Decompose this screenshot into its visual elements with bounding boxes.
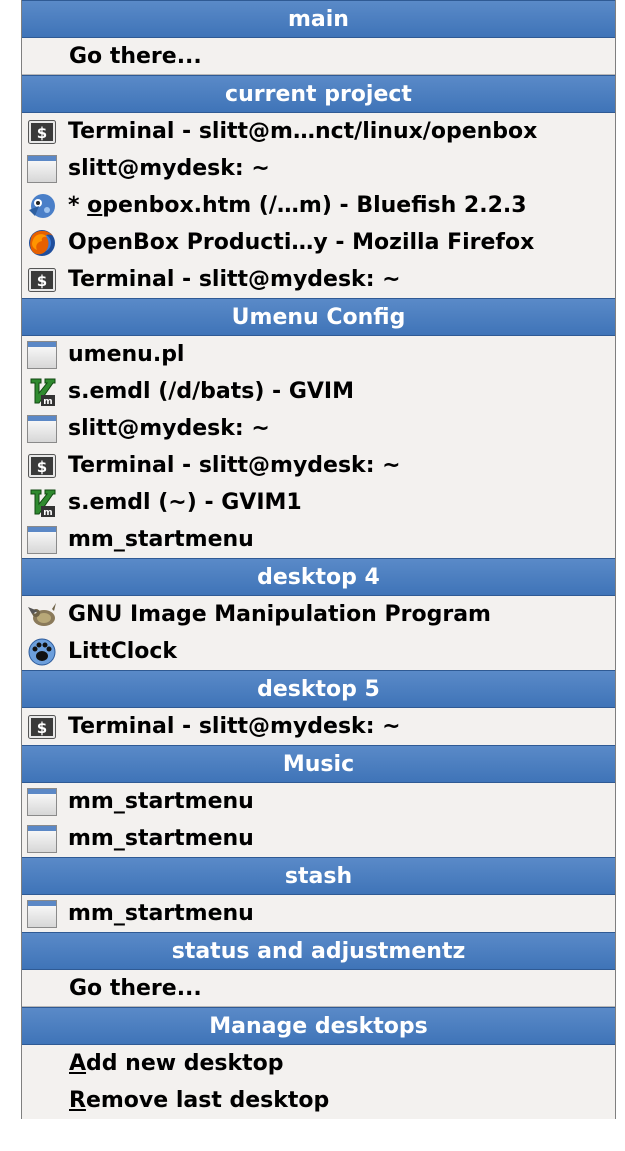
gimp-icon <box>26 599 58 631</box>
section-header-stash: stash <box>22 857 615 895</box>
section-header-music: Music <box>22 745 615 783</box>
menu-item-label: slitt@mydesk: ~ <box>68 156 270 181</box>
menu-item-label: Terminal - slitt@mydesk: ~ <box>68 267 401 292</box>
menu-item-go-there[interactable]: Go there... <box>22 38 615 75</box>
menu-item-mm-startmenu[interactable]: mm_startmenu <box>22 783 615 820</box>
menu-item-terminal-slitt-m-nct-linux-openbox[interactable]: $ Terminal - slitt@m…nct/linux/openbox <box>22 113 615 150</box>
window-icon <box>26 524 58 556</box>
section-header-desktop-4: desktop 4 <box>22 558 615 596</box>
gvim-icon: m <box>26 487 58 519</box>
menu-item-remove-last-desktop[interactable]: Remove last desktop <box>22 1082 615 1119</box>
menu-item-label: s.emdl (~) - GVIM1 <box>68 490 302 515</box>
section-header-manage-desktops: Manage desktops <box>22 1007 615 1045</box>
window-icon <box>26 898 58 930</box>
window-icon <box>26 823 58 855</box>
menu-item-terminal-slitt-mydesk[interactable]: $ Terminal - slitt@mydesk: ~ <box>22 261 615 298</box>
window-icon <box>26 339 58 371</box>
menu-item-terminal-slitt-mydesk[interactable]: $ Terminal - slitt@mydesk: ~ <box>22 447 615 484</box>
firefox-icon <box>26 227 58 259</box>
menu-item-mm-startmenu[interactable]: mm_startmenu <box>22 521 615 558</box>
menu-item-label: s.emdl (/d/bats) - GVIM <box>68 379 354 404</box>
menu-item-label: Terminal - slitt@mydesk: ~ <box>68 714 401 739</box>
menu-item-go-there[interactable]: Go there... <box>22 970 615 1007</box>
menu-item-slitt-mydesk[interactable]: slitt@mydesk: ~ <box>22 150 615 187</box>
menu-item-slitt-mydesk[interactable]: slitt@mydesk: ~ <box>22 410 615 447</box>
menu-item-s-emdl-gvim1[interactable]: m s.emdl (~) - GVIM1 <box>22 484 615 521</box>
svg-text:m: m <box>43 508 52 518</box>
bluefish-icon <box>26 190 58 222</box>
client-list-menu: main Go there... current project $ Terminal … <box>21 0 616 1119</box>
menu-item-label: Remove last desktop <box>69 1088 330 1113</box>
section-header-current-project: current project <box>22 75 615 113</box>
menu-item-label: mm_startmenu <box>68 901 254 926</box>
menu-item-label: slitt@mydesk: ~ <box>68 416 270 441</box>
svg-text:$: $ <box>37 719 47 737</box>
menu-item-openbox-producti-y-mozilla-firefox[interactable]: OpenBox Producti…y - Mozilla Firefox <box>22 224 615 261</box>
menu-item-label: GNU Image Manipulation Program <box>68 602 491 627</box>
menu-item-s-emdl-d-bats-gvim[interactable]: m s.emdl (/d/bats) - GVIM <box>22 373 615 410</box>
section-header-main: main <box>22 0 615 38</box>
menu-item-label: mm_startmenu <box>68 789 254 814</box>
menu-item-openbox-htm-m-bluefish-2-2-3[interactable]: * openbox.htm (/…m) - Bluefish 2.2.3 <box>22 187 615 224</box>
menu-item-littclock[interactable]: LittClock <box>22 633 615 670</box>
menu-item-label: LittClock <box>68 639 178 664</box>
terminal-icon: $ <box>26 450 58 482</box>
menu-item-label: Terminal - slitt@m…nct/linux/openbox <box>68 119 538 144</box>
window-icon <box>26 413 58 445</box>
menu-item-mm-startmenu[interactable]: mm_startmenu <box>22 820 615 857</box>
section-header-desktop-5: desktop 5 <box>22 670 615 708</box>
menu-item-label: Go there... <box>69 975 202 1001</box>
terminal-icon: $ <box>26 711 58 743</box>
svg-text:m: m <box>43 397 52 407</box>
svg-text:$: $ <box>37 124 47 142</box>
menu-item-label: OpenBox Producti…y - Mozilla Firefox <box>68 230 535 255</box>
menu-item-terminal-slitt-mydesk[interactable]: $ Terminal - slitt@mydesk: ~ <box>22 708 615 745</box>
paw-icon <box>26 636 58 668</box>
svg-text:$: $ <box>37 458 47 476</box>
menu-item-label: Add new desktop <box>69 1051 284 1076</box>
menu-item-label: mm_startmenu <box>68 527 254 552</box>
section-header-status-and-adjustmentz: status and adjustmentz <box>22 932 615 970</box>
menu-item-label: umenu.pl <box>68 342 185 367</box>
menu-item-umenu-pl[interactable]: umenu.pl <box>22 336 615 373</box>
terminal-icon: $ <box>26 116 58 148</box>
window-icon <box>26 153 58 185</box>
menu-item-mm-startmenu[interactable]: mm_startmenu <box>22 895 615 932</box>
menu-item-add-new-desktop[interactable]: Add new desktop <box>22 1045 615 1082</box>
menu-item-label: Terminal - slitt@mydesk: ~ <box>68 453 401 478</box>
terminal-icon: $ <box>26 264 58 296</box>
gvim-icon: m <box>26 376 58 408</box>
menu-item-label: * openbox.htm (/…m) - Bluefish 2.2.3 <box>68 193 527 218</box>
menu-item-label: mm_startmenu <box>68 826 254 851</box>
svg-text:$: $ <box>37 272 47 290</box>
menu-item-gnu-image-manipulation-program[interactable]: GNU Image Manipulation Program <box>22 596 615 633</box>
window-icon <box>26 786 58 818</box>
section-header-umenu-config: Umenu Config <box>22 298 615 336</box>
menu-item-label: Go there... <box>69 43 202 69</box>
